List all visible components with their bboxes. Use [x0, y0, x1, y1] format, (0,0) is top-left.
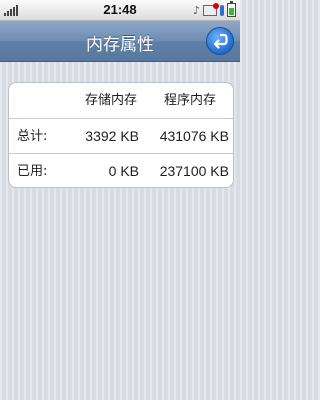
table-header-row: 存储内存 程序内存	[9, 83, 233, 118]
row-label-used: 已用:	[17, 164, 48, 179]
status-bar: 21:48 ♪	[0, 0, 240, 21]
table-row-total: 总计: 3392 KB 431076 KB	[9, 118, 233, 154]
status-icons: ♪	[192, 1, 236, 17]
table-row-used: 已用: 0 KB 237100 KB	[9, 153, 233, 187]
used-program-value: 237100 KB	[159, 163, 229, 179]
mail-icon	[203, 2, 219, 16]
row-label-total: 总计:	[17, 129, 48, 144]
back-button[interactable]	[206, 27, 234, 55]
used-storage-value: 0 KB	[108, 163, 139, 179]
music-note-icon: ♪	[192, 3, 200, 17]
bluetooth-icon	[220, 4, 224, 16]
header-storage-memory: 存储内存	[84, 93, 137, 108]
header-program-memory: 程序内存	[163, 93, 216, 108]
total-program-value: 431076 KB	[159, 128, 229, 144]
page-title: 内存属性	[86, 35, 154, 55]
memory-table: 存储内存 程序内存 总计: 3392 KB 431076 KB 已用: 0 KB…	[8, 82, 234, 188]
battery-icon	[227, 1, 236, 17]
back-arrow-icon	[213, 33, 228, 49]
title-bar: 内存属性	[0, 21, 240, 62]
total-storage-value: 3392 KB	[85, 128, 139, 144]
